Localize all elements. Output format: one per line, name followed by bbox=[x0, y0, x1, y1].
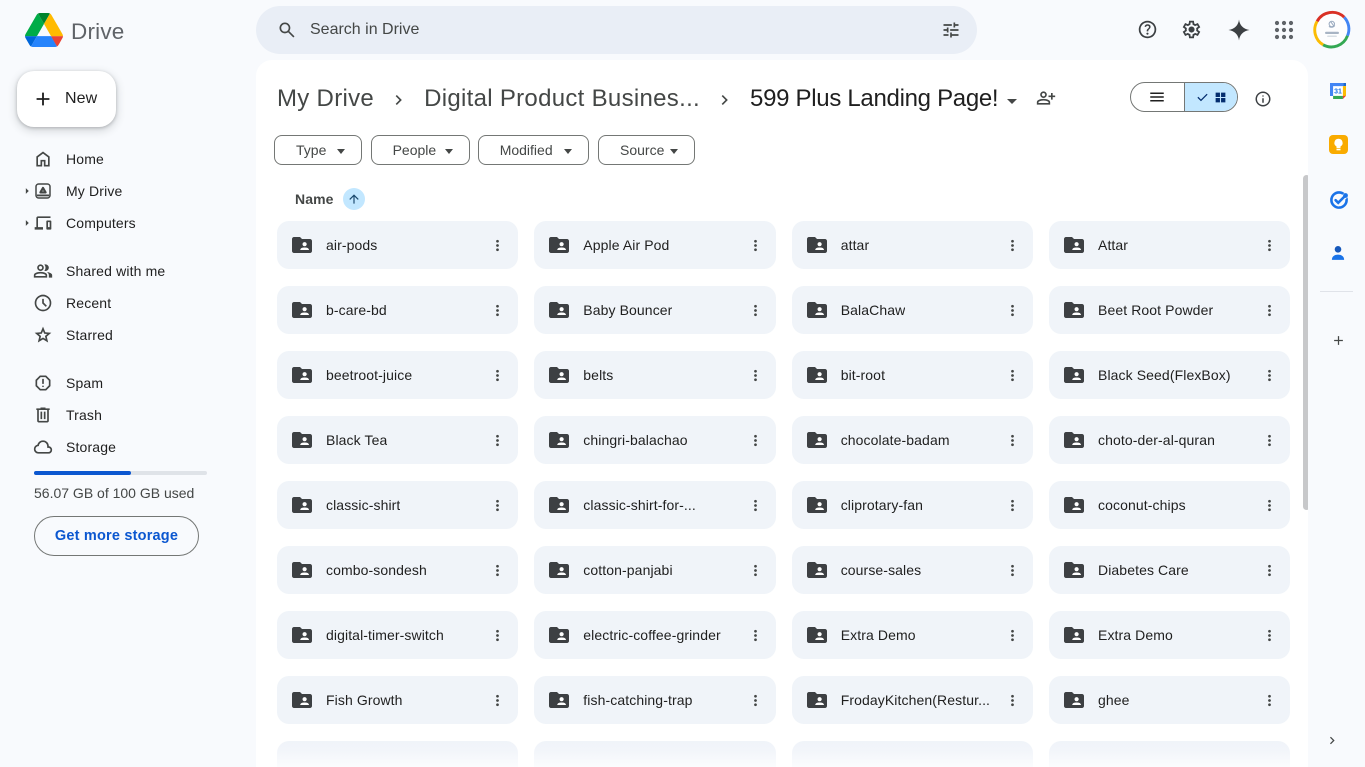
svg-text:31: 31 bbox=[1334, 89, 1342, 96]
